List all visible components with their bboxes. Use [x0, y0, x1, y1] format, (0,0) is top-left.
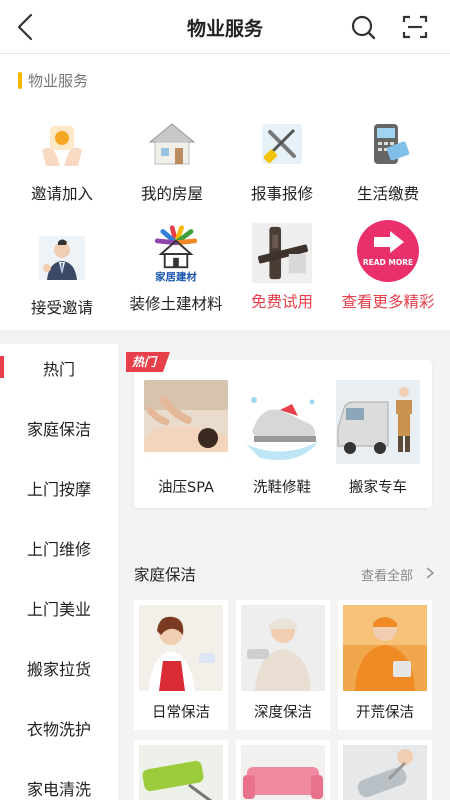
grid-label-free-trial: 免费试用 — [250, 293, 313, 311]
grid-label: 邀请加入 — [30, 185, 93, 203]
shoe-wash-image — [240, 380, 324, 464]
hot-item-spa[interactable]: 油压SPA — [142, 380, 230, 497]
pink-sofa-image — [241, 745, 325, 800]
hot-item-shoe-wash[interactable]: 洗鞋修鞋 — [238, 380, 326, 497]
repair-tools-icon — [250, 112, 314, 176]
section-accent-bar — [18, 71, 22, 89]
service-card-deep-cleaning[interactable]: 深度保洁 — [236, 600, 330, 730]
grid-item-invite[interactable]: 邀请加入 — [6, 112, 118, 204]
sidebar-item-massage[interactable]: 上门按摩 — [0, 476, 118, 500]
materials-logo-text: 家居建材 — [155, 270, 197, 283]
spa-massage-image — [144, 380, 228, 464]
section-title: 物业服务 — [28, 71, 89, 90]
card-payment-icon — [356, 112, 420, 176]
grid-item-repair[interactable]: 报事报修 — [226, 112, 338, 204]
grid-item-materials[interactable]: 家居建材 装修土建材料 — [120, 220, 232, 314]
house-icon — [140, 112, 204, 176]
grid-item-payment[interactable]: 生活缴费 — [332, 112, 444, 204]
grid-label-read-more: 查看更多精彩 — [341, 293, 435, 311]
grid-label: 装修土建材料 — [129, 295, 223, 313]
deep-cleaning-image — [241, 605, 325, 691]
service-label: 日常保洁 — [152, 705, 210, 721]
reclamation-cleaning-image — [343, 605, 427, 691]
service-label: 深度保洁 — [254, 705, 312, 721]
service-label: 开荒保洁 — [356, 705, 414, 721]
hot-item-moving-van[interactable]: 搬家专车 — [334, 380, 422, 497]
home-materials-icon: 家居建材 — [144, 220, 208, 290]
sidebar-item-hot[interactable]: 热门 — [0, 356, 118, 380]
accept-person-icon — [30, 226, 94, 290]
search-icon[interactable] — [350, 14, 376, 40]
read-more-icon: READ MORE — [356, 216, 420, 286]
grid-label: 我的房屋 — [140, 185, 203, 203]
service-card-next-2[interactable] — [236, 740, 330, 800]
hot-item-label: 洗鞋修鞋 — [253, 480, 311, 496]
app-header: 物业服务 — [0, 0, 450, 54]
smart-lock-icon — [250, 218, 314, 288]
section-header: 物业服务 — [18, 70, 88, 90]
sidebar-item-laundry[interactable]: 衣物洗护 — [0, 716, 118, 740]
service-card-reclamation-cleaning[interactable]: 开荒保洁 — [338, 600, 432, 730]
sidebar-item-home-cleaning[interactable]: 家庭保洁 — [0, 416, 118, 440]
green-mop-image — [139, 745, 223, 800]
moving-van-image — [336, 380, 420, 464]
view-all-link[interactable]: 查看全部 — [361, 565, 413, 584]
vacuum-image — [343, 745, 427, 800]
sidebar-item-appliance-cleaning[interactable]: 家电清洗 — [0, 776, 118, 800]
sidebar-item-repair[interactable]: 上门维修 — [0, 536, 118, 560]
sidebar-item-beauty[interactable]: 上门美业 — [0, 596, 118, 620]
grid-item-accept-invite[interactable]: 接受邀请 — [6, 226, 118, 318]
sidebar-item-moving[interactable]: 搬家拉货 — [0, 656, 118, 680]
hot-item-label: 油压SPA — [158, 480, 214, 496]
daily-cleaning-image — [139, 605, 223, 691]
hot-item-label: 搬家专车 — [349, 480, 407, 496]
grid-label: 生活缴费 — [356, 185, 419, 203]
hot-tag: 热门 — [126, 352, 170, 372]
grid-item-my-house[interactable]: 我的房屋 — [116, 112, 228, 204]
grid-label: 接受邀请 — [30, 299, 93, 317]
cleaning-section-title: 家庭保洁 — [134, 566, 197, 584]
service-card-daily-cleaning[interactable]: 日常保洁 — [134, 600, 228, 730]
page-title: 物业服务 — [186, 18, 263, 40]
grid-item-free-trial[interactable]: 免费试用 — [226, 218, 338, 312]
grid-item-read-more[interactable]: READ MORE 查看更多精彩 — [332, 216, 444, 312]
service-card-next-1[interactable] — [134, 740, 228, 800]
invite-hands-icon — [30, 112, 94, 176]
section-divider — [0, 330, 450, 344]
service-card-next-3[interactable] — [338, 740, 432, 800]
scan-icon[interactable] — [402, 14, 428, 40]
chevron-right-icon[interactable] — [425, 566, 435, 580]
read-more-text: READ MORE — [363, 258, 413, 267]
grid-label: 报事报修 — [250, 185, 313, 203]
